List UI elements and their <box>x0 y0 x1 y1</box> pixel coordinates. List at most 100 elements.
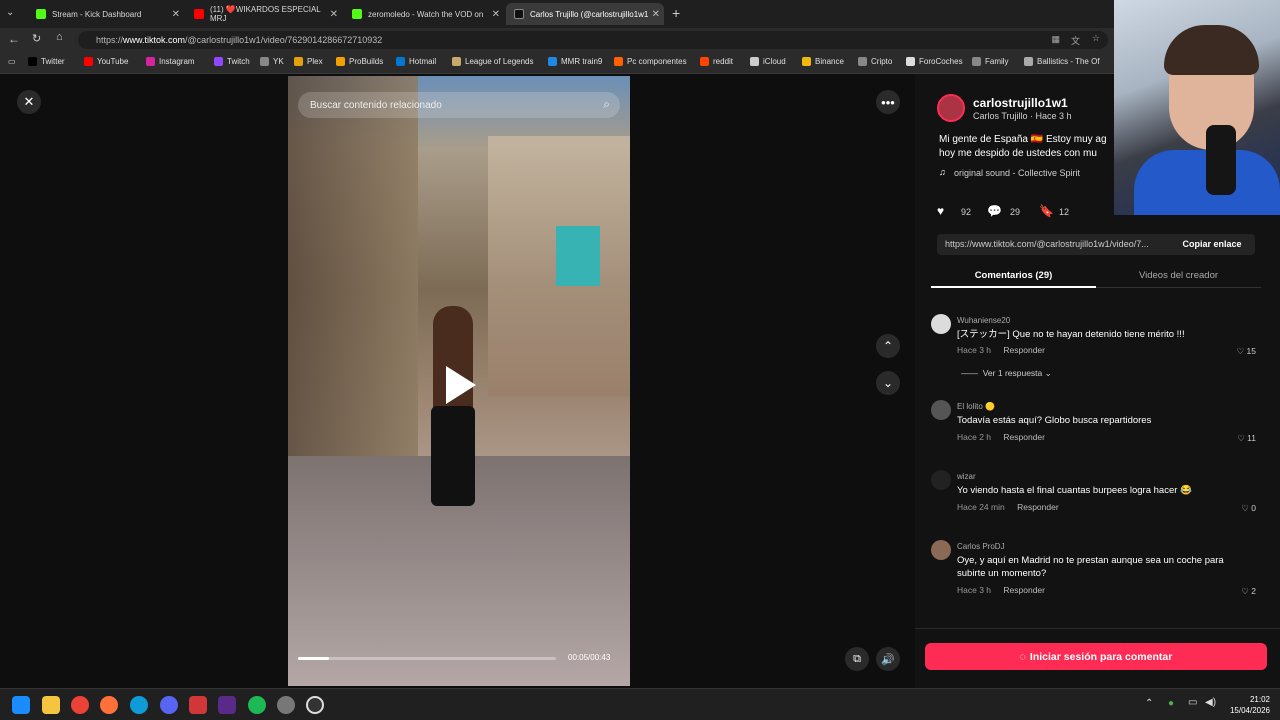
tab-kick-dashboard[interactable]: Stream - Kick Dashboard ✕ <box>28 3 184 25</box>
close-icon[interactable]: ✕ <box>17 90 41 114</box>
comment-user[interactable]: wizar <box>957 472 976 481</box>
tab-label: zeromoledo - Watch the VOD on <box>368 9 484 19</box>
settings-icon[interactable] <box>277 696 295 714</box>
avatar[interactable] <box>931 400 951 420</box>
bookmark-label: YK <box>273 57 284 66</box>
windows-start-icon[interactable] <box>12 696 30 714</box>
riot-client-icon[interactable] <box>189 696 207 714</box>
tab-youtube[interactable]: (11) ❤️WIKARDOS ESPECIAL MRJ ✕ <box>186 3 342 25</box>
reply-button[interactable]: Responder <box>1003 585 1045 595</box>
tiktok-icon <box>514 9 524 19</box>
previous-video-icon[interactable]: ⌃ <box>876 334 900 358</box>
post-username[interactable]: carlostrujillo1w1 <box>973 96 1068 110</box>
microphone-icon[interactable]: ● <box>1168 698 1174 709</box>
play-icon[interactable] <box>446 366 476 404</box>
related-search-input[interactable]: Buscar contenido relacionado ⌕ <box>298 92 620 118</box>
comment-user[interactable]: Wuhaniense20 <box>957 316 1010 325</box>
address-bar[interactable]: https://www.tiktok.com/@carlostrujillo1w… <box>78 31 1108 49</box>
reader-icon[interactable]: ▦ <box>1051 34 1060 45</box>
network-icon[interactable]: ▭ <box>1188 697 1197 708</box>
tab-list-icon[interactable]: ⌄ <box>6 7 14 18</box>
copy-link-button[interactable]: Copiar enlace <box>1169 234 1255 255</box>
comment-likes[interactable]: ♡ 15 <box>1237 346 1256 357</box>
comment-likes[interactable]: ♡ 2 <box>1241 586 1256 597</box>
comment-user[interactable]: El lolito 🟡 <box>957 402 995 411</box>
comment-user[interactable]: Carlos ProDJ <box>957 542 1005 551</box>
close-tab-icon[interactable]: ✕ <box>330 9 338 20</box>
comment-icon[interactable]: 💬 <box>987 204 1002 218</box>
close-tab-icon[interactable]: ✕ <box>652 9 660 20</box>
close-tab-icon[interactable]: ✕ <box>492 9 500 20</box>
bookmark-item[interactable]: Hotmail <box>396 57 436 66</box>
music-note-icon: ♫ <box>939 167 946 177</box>
sidebar-toggle-icon[interactable]: ▭ <box>8 57 16 66</box>
search-icon[interactable]: ⌕ <box>603 97 610 112</box>
bookmark-item[interactable]: iCloud <box>750 57 786 66</box>
tab-creator-videos[interactable]: Videos del creador <box>1096 266 1261 288</box>
back-icon[interactable]: ← <box>8 32 20 46</box>
bookmark-item[interactable]: Binance <box>802 57 844 66</box>
bookmark-label: ForoCoches <box>919 57 963 66</box>
avatar[interactable] <box>931 540 951 560</box>
bookmark-item[interactable]: ForoCoches <box>906 57 963 66</box>
more-options-icon[interactable]: ••• <box>876 90 900 114</box>
next-app-icon[interactable] <box>218 696 236 714</box>
close-tab-icon[interactable]: ✕ <box>172 9 180 20</box>
reply-button[interactable]: Responder <box>1017 502 1059 512</box>
bookmark-item[interactable]: Cripto <box>858 57 892 66</box>
home-icon[interactable]: ⌂ <box>56 31 63 43</box>
reply-button[interactable]: Responder <box>1003 345 1045 355</box>
obs-icon[interactable] <box>306 696 324 714</box>
bookmark-item[interactable]: Instagram <box>146 57 195 66</box>
post-author-time: Carlos Trujillo · Hace 3 h <box>973 111 1072 121</box>
firefox-icon[interactable] <box>100 696 118 714</box>
volume-icon[interactable]: 🔊 <box>876 647 900 671</box>
spotify-icon[interactable] <box>248 696 266 714</box>
avatar[interactable] <box>937 94 965 122</box>
bookmark-item[interactable]: YouTube <box>84 57 128 66</box>
tab-comments[interactable]: Comentarios (29) <box>931 266 1096 288</box>
reload-icon[interactable]: ↻ <box>32 32 41 45</box>
bookmark-item[interactable]: Ballistics - The Of <box>1024 57 1100 66</box>
comment-likes[interactable]: ♡ 0 <box>1241 503 1256 514</box>
view-replies-button[interactable]: —— Ver 1 respuesta ⌄ <box>961 368 1052 379</box>
avatar[interactable] <box>931 314 951 334</box>
reply-button[interactable]: Responder <box>1003 432 1045 442</box>
bookmark-item[interactable]: ProBuilds <box>336 57 383 66</box>
discord-icon[interactable] <box>160 696 178 714</box>
avatar[interactable] <box>931 470 951 490</box>
tab-tiktok[interactable]: Carlos Trujillo (@carlostrujillo1w1) ✕ <box>506 3 664 25</box>
chrome-icon[interactable] <box>71 696 89 714</box>
video-player[interactable]: Buscar contenido relacionado ⌕ 00:05/00:… <box>288 76 630 686</box>
bookmark-item[interactable]: Twitch <box>214 57 250 66</box>
bookmark-item[interactable]: League of Legends <box>452 57 534 66</box>
speaker-icon[interactable]: ◀) <box>1205 697 1216 708</box>
tray-chevron-icon[interactable]: ⌃ <box>1145 698 1153 709</box>
new-tab-icon[interactable]: + <box>672 5 680 21</box>
edge-icon[interactable] <box>130 696 148 714</box>
file-explorer-icon[interactable] <box>42 696 60 714</box>
share-url-field[interactable]: https://www.tiktok.com/@carlostrujillo1w… <box>937 234 1169 255</box>
pip-icon[interactable]: ⧉ <box>845 647 869 671</box>
video-progress-bar[interactable] <box>298 657 556 660</box>
url-path: /@carlostrujillo1w1/video/76290142866727… <box>185 35 383 45</box>
bookmark-item[interactable]: reddit <box>700 57 733 66</box>
star-icon[interactable]: ☆ <box>1092 33 1100 44</box>
translate-icon[interactable]: 文 <box>1071 34 1080 47</box>
browser-tab-strip: ⌄ Stream - Kick Dashboard ✕ (11) ❤️WIKAR… <box>0 0 1280 28</box>
comment-time: Hace 24 min <box>957 502 1005 512</box>
bookmark-item[interactable]: YK <box>260 57 284 66</box>
post-sound[interactable]: original sound - Collective Spirit <box>954 168 1080 178</box>
heart-icon[interactable]: ♥ <box>937 204 944 218</box>
comment-likes[interactable]: ♡ 11 <box>1237 433 1256 444</box>
next-video-icon[interactable]: ⌄ <box>876 371 900 395</box>
bookmark-icon[interactable]: 🔖 <box>1039 204 1054 218</box>
bookmark-item[interactable]: Plex <box>294 57 323 66</box>
bookmark-item[interactable]: Pc componentes <box>614 57 687 66</box>
tab-kick-vod[interactable]: zeromoledo - Watch the VOD on ✕ <box>344 3 504 25</box>
system-clock[interactable]: 21:02 15/04/2026 <box>1230 694 1270 716</box>
bookmark-item[interactable]: Family <box>972 57 1009 66</box>
login-to-comment-button[interactable]: ◌ Iniciar sesión para comentar <box>925 643 1267 670</box>
bookmark-item[interactable]: Twitter <box>28 57 65 66</box>
bookmark-item[interactable]: MMR train9 <box>548 57 602 66</box>
